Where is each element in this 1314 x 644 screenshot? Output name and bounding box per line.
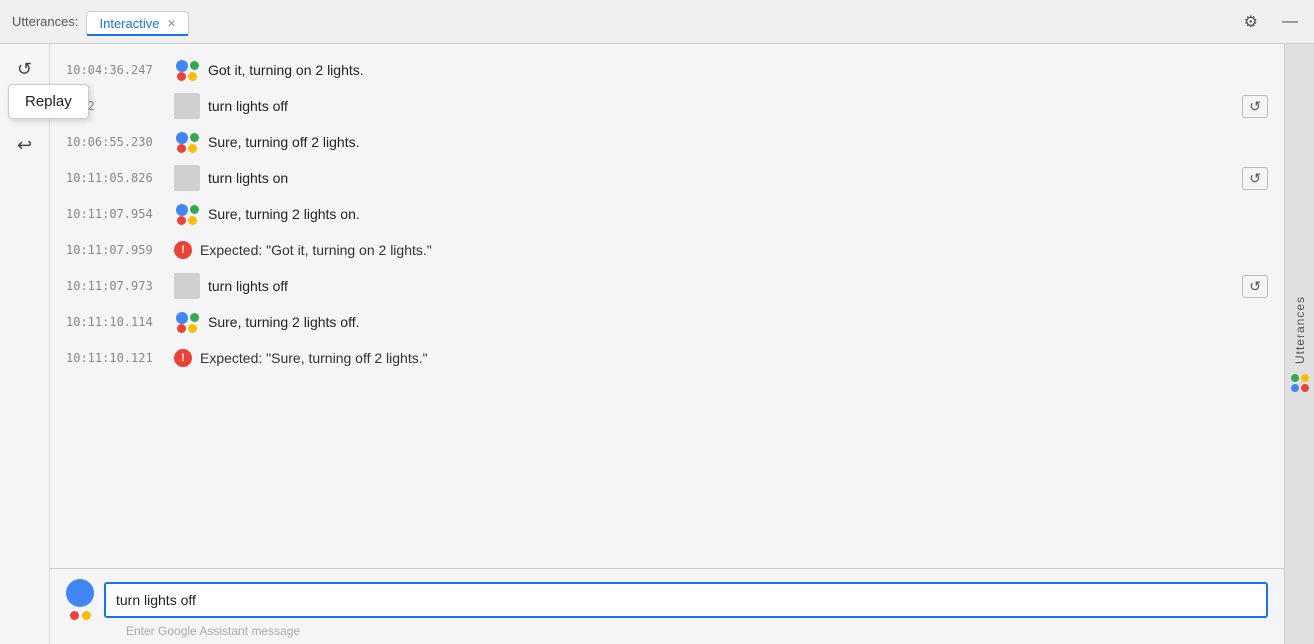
table-row: 10:11:05.826 turn lights on ↺ [50,160,1284,196]
tab-interactive-label: Interactive [99,16,159,31]
error-icon-6: ! [174,241,192,259]
sidebar-ga-dots [1291,374,1309,392]
message-text-6: Expected: "Got it, turning on 2 lights." [200,242,1268,258]
replay-button[interactable]: ↺ [8,52,42,86]
replay-tooltip: Replay [8,84,89,119]
tab-interactive[interactable]: Interactive × [86,11,188,35]
input-row [66,579,1268,620]
minimize-button[interactable]: — [1278,9,1302,35]
messages-list: 10:04:36.247 Got it, turning on 2 lights… [50,44,1284,568]
table-row: 10:11:10.121 ! Expected: "Sure, turning … [50,340,1284,376]
title-bar-icons: ⚙ — [1240,8,1302,36]
input-hint: Enter Google Assistant message [66,620,1268,638]
table-row: .272 turn lights off ↺ [50,88,1284,124]
settings-button[interactable]: ⚙ [1240,8,1262,36]
message-text-8: Sure, turning 2 lights off. [208,314,1268,330]
avatar-assistant-5 [174,204,200,225]
timestamp-7: 10:11:07.973 [66,279,166,293]
right-sidebar: Utterances [1284,44,1314,644]
message-text-9: Expected: "Sure, turning off 2 lights." [200,350,1268,366]
input-area: Enter Google Assistant message [50,568,1284,644]
main-container: ↺ Replay ⊟ ↩ 10:04:36.247 [0,44,1314,644]
replay-inline-button-2[interactable]: ↺ [1242,95,1268,118]
replay-inline-button-7[interactable]: ↺ [1242,275,1268,298]
sidebar-dot-blue [1291,384,1299,392]
ga-dot-yellow-small [82,611,91,620]
timestamp-4: 10:11:05.826 [66,171,166,185]
sidebar-dot-yellow [1301,374,1309,382]
undo-button[interactable]: ↩ [8,128,42,162]
message-input[interactable] [104,582,1268,618]
table-row: 10:11:10.114 Sure, turning 2 lights off. [50,304,1284,340]
message-text-1: Got it, turning on 2 lights. [208,62,1268,78]
message-text-4: turn lights on [208,170,1234,186]
avatar-assistant-3 [174,132,200,153]
sidebar-text: Utterances [1293,296,1307,364]
timestamp-1: 10:04:36.247 [66,63,166,77]
timestamp-9: 10:11:10.121 [66,351,166,365]
ga-dot-red-small [70,611,79,620]
ga-dot-blue-large [66,579,94,607]
replay-inline-button-4[interactable]: ↺ [1242,167,1268,190]
message-text-3: Sure, turning off 2 lights. [208,134,1268,150]
sidebar-dot-red [1301,384,1309,392]
title-bar: Utterances: Interactive × ⚙ — [0,0,1314,44]
table-row: 10:11:07.954 Sure, turning 2 lights on. [50,196,1284,232]
timestamp-5: 10:11:07.954 [66,207,166,221]
table-row: 10:04:36.247 Got it, turning on 2 lights… [50,52,1284,88]
timestamp-3: 10:06:55.230 [66,135,166,149]
avatar-assistant-1 [174,60,200,81]
message-text-5: Sure, turning 2 lights on. [208,206,1268,222]
sidebar-label: Utterances [1291,296,1309,392]
sidebar-dot-green [1291,374,1299,382]
avatar-user-4 [174,165,200,191]
avatar-assistant-8 [174,312,200,333]
error-icon-9: ! [174,349,192,367]
content-area: 10:04:36.247 Got it, turning on 2 lights… [50,44,1284,644]
left-toolbar: ↺ Replay ⊟ ↩ [0,44,50,644]
table-row: 10:06:55.230 Sure, turning off 2 lights. [50,124,1284,160]
avatar-user-2 [174,93,200,119]
table-row: 10:11:07.973 turn lights off ↺ [50,268,1284,304]
timestamp-8: 10:11:10.114 [66,315,166,329]
ga-avatar-input [66,579,94,620]
tab-close-icon[interactable]: × [167,16,175,30]
utterances-label: Utterances: [12,14,78,29]
table-row: 10:11:07.959 ! Expected: "Got it, turnin… [50,232,1284,268]
avatar-user-7 [174,273,200,299]
timestamp-6: 10:11:07.959 [66,243,166,257]
message-text-7: turn lights off [208,278,1234,294]
message-text-2: turn lights off [208,98,1234,114]
